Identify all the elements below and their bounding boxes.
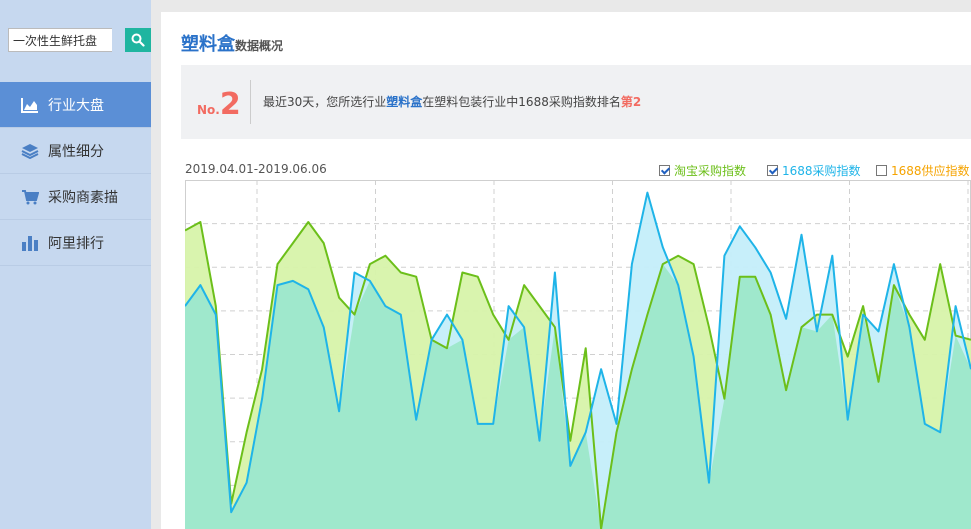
search-button[interactable] xyxy=(125,28,151,52)
sidebar-item-label: 行业大盘 xyxy=(48,97,104,114)
sidebar-item-label: 采购商素描 xyxy=(48,189,118,206)
rank-text-prefix: 最近30天，您所选行业 xyxy=(263,95,387,109)
area-chart-icon xyxy=(20,96,40,114)
rank-position: 第2 xyxy=(620,95,642,109)
rank-category: 塑料盒 xyxy=(386,95,423,109)
legend-1688-purchase[interactable]: 1688采购指数 xyxy=(767,162,861,179)
sidebar-item-attribute-breakdown[interactable]: 属性细分 xyxy=(0,128,151,174)
page-title-main: 塑料盒 xyxy=(181,34,235,55)
divider xyxy=(250,80,251,124)
checkbox-1688-supply[interactable] xyxy=(876,165,887,176)
sidebar-item-buyer-profile[interactable]: 采购商素描 xyxy=(0,174,151,220)
rank-no-label: No. xyxy=(197,103,220,117)
cart-icon xyxy=(20,188,40,206)
page-title: 塑料盒数据概况 xyxy=(181,30,283,56)
sidebar: 行业大盘 属性细分 采购商素描 阿里排行 xyxy=(0,0,151,529)
rank-no-value: 2 xyxy=(219,87,241,122)
sidebar-item-ali-ranking[interactable]: 阿里排行 xyxy=(0,220,151,266)
legend-taobao[interactable]: 淘宝采购指数 xyxy=(659,162,746,179)
area-chart xyxy=(185,180,971,529)
sidebar-menu: 行业大盘 属性细分 采购商素描 阿里排行 xyxy=(0,82,151,266)
date-range: 2019.04.01-2019.06.06 xyxy=(185,162,327,176)
legend-label-1688-supply: 1688供应指数 xyxy=(891,164,970,178)
sidebar-item-label: 属性细分 xyxy=(48,143,104,160)
legend-1688-supply[interactable]: 1688供应指数 xyxy=(876,162,970,179)
page-title-sub: 数据概况 xyxy=(235,39,284,53)
rank-banner: No.2 最近30天，您所选行业塑料盒在塑料包装行业中1688采购指数排名第2 xyxy=(181,65,971,139)
legend-label-1688-purchase: 1688采购指数 xyxy=(782,164,861,178)
checkbox-taobao[interactable] xyxy=(659,165,670,176)
search-input[interactable] xyxy=(8,28,112,52)
sidebar-item-industry-overview[interactable]: 行业大盘 xyxy=(0,82,151,128)
legend-label-taobao: 淘宝采购指数 xyxy=(674,164,747,178)
main-panel: 塑料盒数据概况 No.2 最近30天，您所选行业塑料盒在塑料包装行业中1688采… xyxy=(161,12,971,529)
rank-number: No.2 xyxy=(197,87,241,122)
rank-text-middle: 在塑料包装行业中1688采购指数排名 xyxy=(422,95,621,109)
checkbox-1688-purchase[interactable] xyxy=(767,165,778,176)
sidebar-item-label: 阿里排行 xyxy=(48,235,104,252)
search-box xyxy=(8,28,151,52)
search-icon xyxy=(131,33,145,47)
layers-icon xyxy=(20,142,40,160)
bar-chart-icon xyxy=(20,234,40,252)
rank-description: 最近30天，您所选行业塑料盒在塑料包装行业中1688采购指数排名第2 xyxy=(263,93,641,110)
